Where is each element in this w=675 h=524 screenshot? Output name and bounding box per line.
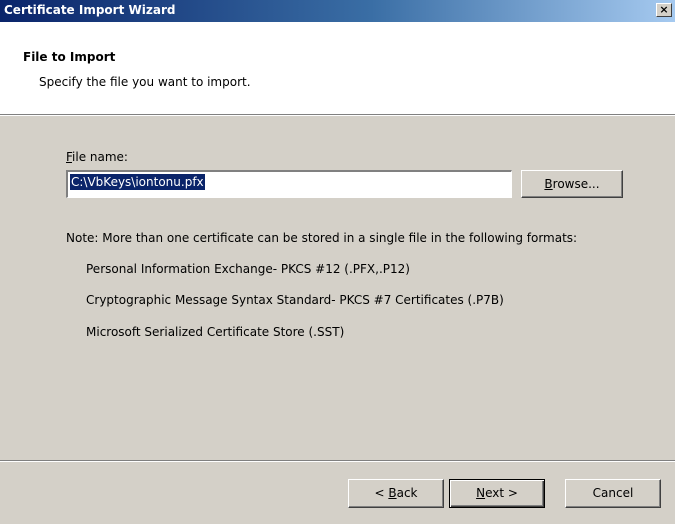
next-mnemonic: N	[476, 486, 486, 500]
cancel-label: Cancel	[592, 486, 634, 500]
back-mnemonic: B	[388, 486, 397, 500]
page-title: File to Import	[23, 50, 116, 64]
format-item-p7b: Cryptographic Message Syntax Standard- P…	[86, 293, 504, 307]
file-name-input[interactable]: C:\VbKeys\iontonu.pfx	[66, 170, 512, 198]
back-label: ack	[396, 486, 418, 500]
cancel-button[interactable]: Cancel	[565, 479, 661, 508]
page-subtitle: Specify the file you want to import.	[39, 75, 251, 89]
file-name-value: C:\VbKeys\iontonu.pfx	[70, 174, 205, 190]
back-prefix: <	[374, 486, 389, 500]
format-item-sst: Microsoft Serialized Certificate Store (…	[86, 325, 345, 339]
browse-mnemonic: B	[544, 177, 553, 191]
browse-label: rowse...	[552, 177, 600, 191]
next-label: ext >	[485, 486, 518, 500]
note-text: Note: More than one certificate can be s…	[66, 231, 578, 245]
back-button[interactable]: < Back	[348, 479, 444, 508]
certificate-import-wizard-window: Certificate Import Wizard × File to Impo…	[0, 0, 675, 524]
format-item-pfx: Personal Information Exchange- PKCS #12 …	[86, 262, 410, 276]
close-icon: ×	[659, 3, 669, 16]
next-button[interactable]: Next >	[449, 479, 545, 508]
footer-divider	[0, 460, 675, 462]
title-bar[interactable]: Certificate Import Wizard ×	[0, 0, 675, 22]
file-name-label: File name:	[66, 150, 128, 164]
browse-button[interactable]: Browse...	[521, 170, 623, 198]
file-name-label-text: ile name:	[72, 150, 128, 164]
close-button[interactable]: ×	[656, 3, 672, 17]
header-divider	[0, 114, 675, 116]
wizard-header: File to Import Specify the file you want…	[0, 22, 675, 114]
window-title: Certificate Import Wizard	[4, 3, 176, 17]
